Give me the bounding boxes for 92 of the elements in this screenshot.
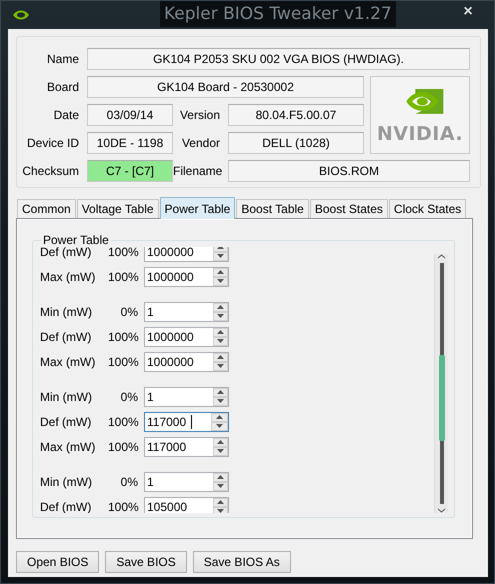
value-input[interactable]: 1000000 (145, 328, 213, 346)
info-field: 80.04.F5.00.07 (228, 104, 364, 126)
logo-text: NVIDIA. (376, 123, 464, 145)
value-input[interactable]: 105000 (145, 498, 213, 513)
spin-box[interactable]: 1 (144, 386, 229, 406)
window-title: Kepler BIOS Tweaker v1.27 (160, 1, 396, 27)
percent-label: 100% (108, 440, 138, 454)
tab[interactable]: Power Table (160, 197, 236, 219)
value-input[interactable]: 1000000 (145, 268, 213, 286)
action-button[interactable]: Save BIOS As (192, 551, 291, 573)
down-arrow-icon[interactable] (217, 449, 224, 453)
scrollbar[interactable] (434, 254, 448, 513)
down-arrow-icon[interactable] (217, 509, 224, 513)
percent-label: 0% (120, 390, 138, 404)
info-field: 10DE - 1198 (87, 132, 173, 154)
info-field: 03/09/14 (87, 104, 173, 126)
info-field: GK104 Board - 20530002 (87, 76, 364, 98)
tab[interactable]: Boost Table (236, 199, 309, 218)
percent-label: 100% (108, 354, 138, 368)
group-title: Power Table (42, 233, 110, 247)
spin-box[interactable]: 105000 (144, 496, 229, 513)
field-label: Def (mW) (39, 500, 92, 513)
spin-box[interactable]: 117000 (144, 436, 229, 456)
tab[interactable]: Voltage Table (76, 199, 159, 218)
spin-box[interactable]: 1000000 (144, 266, 229, 286)
field-label: Def (mW) (39, 414, 92, 428)
value-input[interactable]: 1 (145, 302, 213, 320)
percent-label: 100% (108, 414, 138, 428)
up-arrow-icon[interactable] (217, 475, 224, 479)
field-label: Max (mW) (39, 354, 96, 368)
field-label: Min (mW) (39, 304, 93, 318)
percent-label: 100% (108, 247, 138, 258)
up-arrow-icon[interactable] (217, 270, 224, 274)
down-arrow-icon[interactable] (217, 364, 224, 368)
field-label: Version (178, 108, 221, 122)
down-arrow-icon[interactable] (217, 279, 224, 283)
down-arrow-icon[interactable] (217, 339, 224, 343)
spin-box[interactable]: 117000 (144, 412, 229, 432)
down-arrow-icon[interactable] (217, 484, 224, 488)
up-arrow-icon[interactable] (217, 440, 224, 444)
down-arrow-icon[interactable] (217, 399, 224, 403)
spin-box[interactable]: 1 (144, 472, 229, 492)
action-button[interactable]: Save BIOS (105, 551, 187, 573)
field-label: Checksum (21, 164, 80, 178)
tab[interactable]: Common (17, 199, 76, 218)
action-button[interactable]: Open BIOS (16, 551, 100, 573)
percent-label: 100% (108, 330, 138, 344)
field-label: Min (mW) (39, 390, 93, 404)
up-arrow-icon[interactable] (217, 390, 224, 394)
scroll-up-icon[interactable] (438, 254, 445, 259)
up-arrow-icon[interactable] (217, 355, 224, 359)
field-label: Min (mW) (39, 474, 93, 488)
value-input[interactable]: 1 (145, 388, 213, 406)
close-button[interactable]: × (448, 2, 488, 22)
down-arrow-icon[interactable] (217, 314, 224, 318)
field-label: Board (46, 80, 80, 94)
value-input[interactable]: 1000000 (145, 352, 213, 370)
field-label: Name (46, 52, 80, 66)
tab[interactable]: Clock States (388, 199, 466, 218)
tab[interactable]: Boost States (310, 199, 388, 218)
down-arrow-icon[interactable] (217, 254, 224, 258)
up-arrow-icon[interactable] (217, 330, 224, 334)
info-field: DELL (1028) (228, 132, 364, 154)
info-field: GK104 P2053 SKU 002 VGA BIOS (HWDIAG). (87, 48, 470, 70)
spin-box[interactable]: 1000000 (144, 326, 229, 346)
value-input[interactable]: 1 (145, 472, 213, 490)
percent-label: 0% (120, 304, 138, 318)
field-label: Def (mW) (39, 247, 92, 258)
value-input[interactable]: 1000000 (145, 247, 213, 260)
field-label: Max (mW) (39, 270, 96, 284)
up-arrow-icon[interactable] (217, 305, 224, 309)
spin-box[interactable]: 1000000 (144, 352, 229, 372)
field-label: Def (mW) (39, 330, 92, 344)
scroll-down-icon[interactable] (438, 508, 445, 513)
field-label: Filename (173, 164, 224, 178)
field-label: Vendor (180, 136, 221, 150)
field-label: Device ID (26, 136, 80, 150)
eye-logo-icon (12, 9, 30, 21)
field-label: Date (52, 108, 80, 122)
value-input[interactable]: 117000 (145, 412, 191, 430)
field-label: Max (mW) (39, 440, 96, 454)
up-arrow-icon[interactable] (216, 415, 223, 419)
value-input[interactable]: 117000 (145, 438, 213, 456)
percent-label: 0% (120, 474, 138, 488)
up-arrow-icon[interactable] (217, 500, 224, 504)
percent-label: 100% (108, 270, 138, 284)
info-field: BIOS.ROM (228, 160, 470, 182)
down-arrow-icon[interactable] (216, 424, 223, 428)
checksum-field: C7 - [C7] (87, 160, 173, 182)
spin-box[interactable]: 1000000 (144, 247, 229, 262)
percent-label: 100% (108, 500, 138, 513)
spin-box[interactable]: 1 (144, 302, 229, 322)
